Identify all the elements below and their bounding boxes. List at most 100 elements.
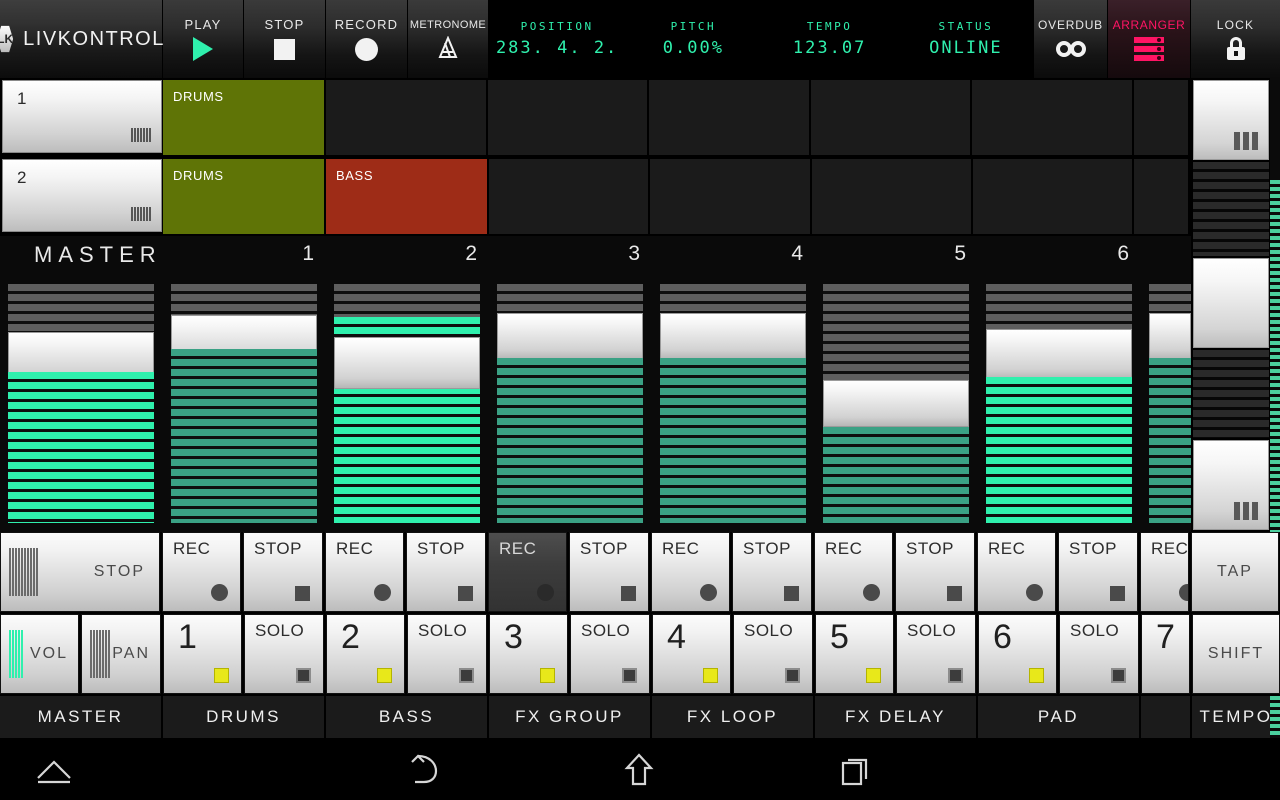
fader-3[interactable]	[497, 284, 643, 523]
position-key: POSITION	[520, 20, 594, 33]
clip-cell-r2c7[interactable]	[1134, 159, 1188, 234]
stop-button-4[interactable]: STOP	[732, 532, 812, 612]
solo-button-3[interactable]: SOLO	[570, 614, 650, 694]
tap-tempo-button[interactable]: TAP	[1191, 532, 1279, 612]
fader-2[interactable]	[334, 284, 480, 523]
stop-button-6[interactable]: STOP	[1058, 532, 1138, 612]
stop-button-5[interactable]: STOP	[895, 532, 975, 612]
solo-button-1[interactable]: SOLO	[244, 614, 324, 694]
clip-cell-r1c3[interactable]	[487, 80, 648, 155]
barcode-icon	[131, 207, 151, 221]
track-name-1[interactable]: DRUMS	[163, 696, 324, 738]
solo-button-5[interactable]: SOLO	[896, 614, 976, 694]
stop-button-1[interactable]: STOP	[243, 532, 323, 612]
rec-button-5[interactable]: REC	[814, 532, 893, 612]
master-stop-button[interactable]: STOP	[0, 532, 160, 612]
track-select-button-6[interactable]: 6	[978, 614, 1057, 694]
fader-4[interactable]	[660, 284, 806, 523]
rec-label-5: REC	[825, 539, 863, 558]
clip-cell-r2c1[interactable]: DRUMS	[163, 159, 324, 234]
clip-cell-r1c2[interactable]	[326, 80, 486, 155]
track-name-7[interactable]	[1141, 696, 1190, 738]
track-name-2[interactable]: BASS	[326, 696, 487, 738]
track-name-4[interactable]: FX LOOP	[652, 696, 813, 738]
clip-cell-r1c1[interactable]: DRUMS	[163, 80, 324, 155]
stop-label-2: STOP	[417, 539, 465, 558]
scene-launch-button-2[interactable]: 2	[2, 159, 162, 232]
vol-label: VOL	[29, 645, 68, 662]
fader-7[interactable]	[1149, 284, 1191, 523]
vertical-scrollbar-thumb[interactable]	[1270, 180, 1280, 532]
tempo-key: TEMPO	[806, 20, 853, 33]
rec-button-4[interactable]: REC	[651, 532, 730, 612]
nav-menu-button[interactable]	[22, 740, 86, 800]
fader-master[interactable]	[8, 284, 154, 523]
tempo-name-button[interactable]: TEMPO	[1192, 696, 1280, 738]
scene-launch-side-2[interactable]	[1193, 258, 1269, 348]
track-active-led	[214, 668, 229, 683]
solo-button-4[interactable]: SOLO	[733, 614, 813, 694]
track-select-button-4[interactable]: 4	[652, 614, 731, 694]
vertical-scrollbar-bottom[interactable]	[1270, 696, 1280, 738]
pan-button[interactable]: PAN	[81, 614, 161, 694]
track-select-button-2[interactable]: 2	[326, 614, 405, 694]
shift-button[interactable]: SHIFT	[1192, 614, 1280, 694]
scene-launch-button-1[interactable]: 1	[2, 80, 162, 153]
record-circle-icon	[863, 584, 880, 601]
track-name-6[interactable]: PAD	[978, 696, 1139, 738]
nav-recents-button[interactable]	[823, 740, 887, 800]
transport-metronome-button[interactable]: METRONOME	[408, 0, 489, 78]
fader-1[interactable]	[171, 284, 317, 523]
transport-record-button[interactable]: RECORD	[326, 0, 408, 78]
track-select-button-1[interactable]: 1	[163, 614, 242, 694]
transport-stop-button[interactable]: STOP	[244, 0, 326, 78]
position-value: 283. 4. 2.	[495, 38, 619, 58]
clip-cell-r1c5[interactable]	[810, 80, 971, 155]
rec-label-2: REC	[336, 539, 374, 558]
track-select-button-5[interactable]: 5	[815, 614, 894, 694]
transport-play-button[interactable]: PLAY	[163, 0, 244, 78]
clip-cell-r2c4[interactable]	[650, 159, 810, 234]
rec-button-1[interactable]: REC	[162, 532, 241, 612]
rec-button-6[interactable]: REC	[977, 532, 1056, 612]
track-select-button-3[interactable]: 3	[489, 614, 568, 694]
vol-button[interactable]: VOL	[0, 614, 79, 694]
nav-home-button[interactable]	[607, 740, 671, 800]
clip-cell-r2c6[interactable]	[972, 159, 1132, 234]
lock-button[interactable]: LOCK	[1191, 0, 1280, 78]
scene-launch-side-3[interactable]	[1193, 440, 1269, 530]
solo-button-6[interactable]: SOLO	[1059, 614, 1139, 694]
scene-launch-side-1[interactable]	[1193, 80, 1269, 160]
clip-cell-r1c6[interactable]	[972, 80, 1132, 155]
stop-button-3[interactable]: STOP	[569, 532, 649, 612]
fader-stripes-icon	[9, 548, 38, 596]
track-name-5[interactable]: FX DELAY	[815, 696, 976, 738]
track-name-master[interactable]: MASTER	[0, 696, 161, 738]
arranger-button[interactable]: ARRANGER	[1108, 0, 1191, 78]
track-number-3: 3	[504, 618, 523, 656]
fader-5[interactable]	[823, 284, 969, 523]
track-select-button-7[interactable]: 7	[1141, 614, 1190, 694]
fader-6[interactable]	[986, 284, 1132, 523]
fader-label-6: 6	[1117, 242, 1132, 265]
clip-cell-r1c4[interactable]	[649, 80, 809, 155]
clip-cell-r2c3[interactable]	[489, 159, 649, 234]
rec-button-7[interactable]: REC	[1140, 532, 1189, 612]
lcd-display: POSITION 283. 4. 2. PITCH 0.00% TEMPO 12…	[489, 0, 1034, 78]
clip-cell-r1c7[interactable]	[1133, 80, 1188, 155]
nav-back-button[interactable]	[392, 740, 456, 800]
status-value: ONLINE	[929, 38, 1003, 58]
stop-label-4: STOP	[743, 539, 791, 558]
overdub-button[interactable]: OVERDUB	[1034, 0, 1108, 78]
clip-cell-r2c5[interactable]	[811, 159, 971, 234]
android-nav-bar	[0, 740, 1280, 800]
rec-button-3[interactable]: REC	[488, 532, 567, 612]
solo-button-2[interactable]: SOLO	[407, 614, 487, 694]
vertical-scrollbar-track[interactable]	[1270, 78, 1280, 180]
fader-strip-3: 3	[489, 236, 651, 532]
clip-cell-r2c2[interactable]: BASS	[326, 159, 487, 234]
stop-button-2[interactable]: STOP	[406, 532, 486, 612]
rec-button-2[interactable]: REC	[325, 532, 404, 612]
track-name-3[interactable]: FX GROUP	[489, 696, 650, 738]
track-number-5: 5	[830, 618, 849, 656]
